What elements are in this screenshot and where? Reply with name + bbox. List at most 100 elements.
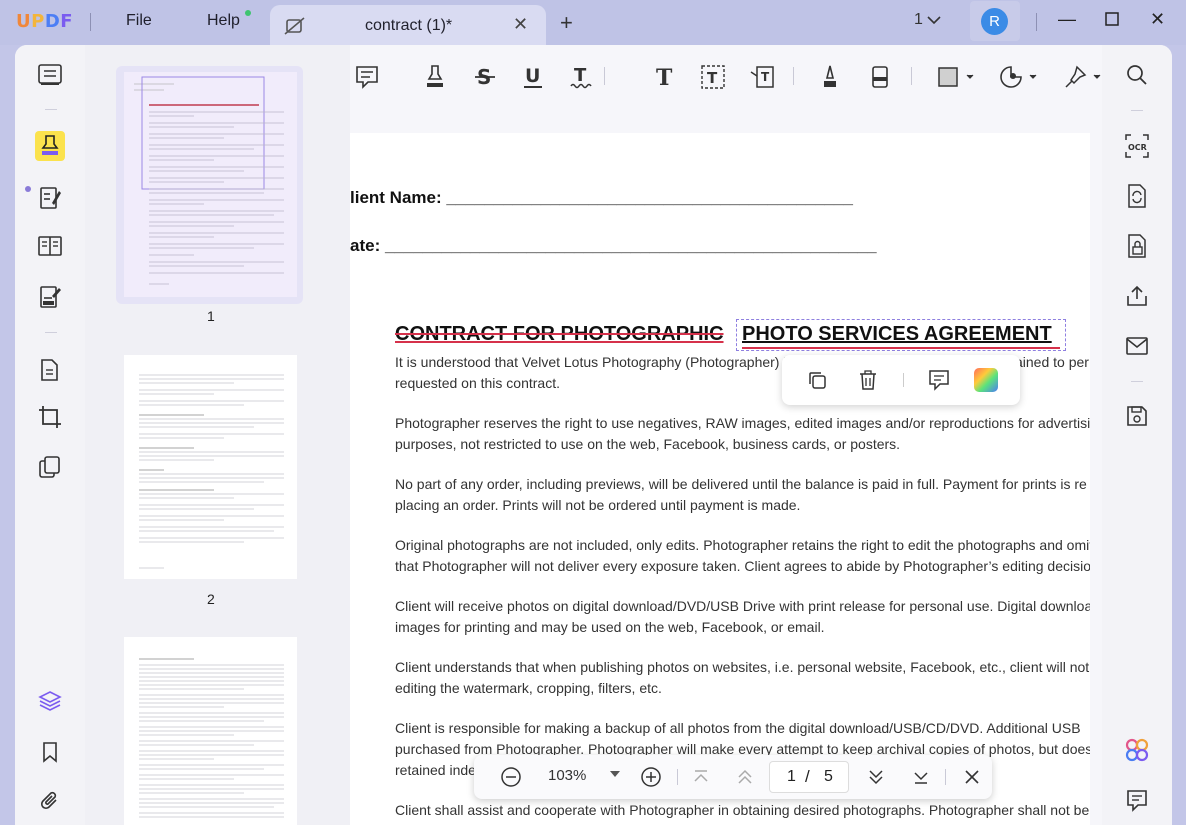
right-toolbar: OCR xyxy=(1102,45,1172,825)
comments-list-icon[interactable] xyxy=(1122,785,1152,815)
paragraph-line: Client will receive photos on digital do… xyxy=(395,596,1090,617)
current-page: 1 xyxy=(787,768,796,786)
ai-assistant-icon[interactable] xyxy=(1122,735,1152,765)
divider xyxy=(1131,110,1143,111)
search-icon[interactable] xyxy=(1122,60,1152,90)
paragraph-line: placing an order. Prints will not be ord… xyxy=(395,495,800,516)
pencil-icon[interactable] xyxy=(816,63,844,91)
eraser-icon[interactable] xyxy=(866,63,894,91)
zoom-level[interactable]: 103% xyxy=(548,767,586,784)
maximize-button[interactable] xyxy=(1105,9,1119,26)
page-tools-icon[interactable] xyxy=(35,452,65,482)
underline-icon[interactable]: U xyxy=(519,63,547,91)
paragraph-line: Client understands that when publishing … xyxy=(395,657,1090,678)
divider xyxy=(677,769,678,785)
page-number-input[interactable]: 1 / 5 xyxy=(769,761,849,793)
new-tab-button[interactable]: + xyxy=(560,10,573,36)
user-avatar-button[interactable]: R xyxy=(970,1,1020,41)
page-separator: / xyxy=(805,767,810,787)
svg-text:T: T xyxy=(761,70,770,84)
note-icon[interactable] xyxy=(353,63,381,91)
paragraph-line: images for printing and may be used on t… xyxy=(395,617,825,638)
comment-icon[interactable] xyxy=(927,368,951,392)
fill-sign-icon[interactable] xyxy=(35,282,65,312)
thumbnail-page-2[interactable] xyxy=(124,355,297,579)
divider xyxy=(604,67,605,85)
edit-pdf-icon[interactable] xyxy=(35,183,65,213)
divider xyxy=(1131,381,1143,382)
previous-page-icon[interactable] xyxy=(736,768,754,786)
text-icon[interactable]: T xyxy=(651,63,679,91)
strikethrough-icon[interactable]: S xyxy=(471,63,499,91)
paragraph-line: that Photographer will not deliver every… xyxy=(395,556,1090,577)
menu-file[interactable]: File xyxy=(126,12,152,30)
last-page-icon[interactable] xyxy=(912,768,930,786)
copy-icon[interactable] xyxy=(805,368,829,392)
paragraph-line: ained to per xyxy=(1015,352,1089,373)
paragraph-line: No part of any order, including previews… xyxy=(395,474,1087,495)
svg-text:T: T xyxy=(574,65,587,86)
convert-pdf-icon[interactable] xyxy=(1122,181,1152,211)
zoom-out-icon[interactable] xyxy=(500,766,522,788)
annotation-toolbar: S U T T T T xyxy=(350,45,1102,107)
svg-text:U: U xyxy=(525,65,540,87)
layers-icon[interactable] xyxy=(35,686,65,716)
divider xyxy=(1036,13,1037,31)
text-box-icon[interactable]: T xyxy=(699,63,727,91)
app-logo: UPDF xyxy=(16,11,73,32)
organize-pages-icon[interactable] xyxy=(35,231,65,261)
close-tab-icon[interactable]: ✕ xyxy=(513,14,528,35)
divider xyxy=(945,769,946,785)
main-window: 1 xyxy=(15,45,1172,825)
close-window-button[interactable]: ✕ xyxy=(1150,9,1165,30)
reader-icon[interactable] xyxy=(35,60,65,90)
squiggly-icon[interactable]: T xyxy=(567,63,595,91)
paragraph-line: editing the watermark, cropping, filters… xyxy=(395,678,662,699)
divider xyxy=(903,373,904,387)
sticker-tool[interactable] xyxy=(999,63,1039,91)
close-icon[interactable] xyxy=(963,768,981,786)
thumbnail-page-number: 2 xyxy=(207,591,215,607)
thumbnail-page-3[interactable] xyxy=(124,637,297,825)
attachment-icon[interactable] xyxy=(35,786,65,816)
share-icon[interactable] xyxy=(1122,281,1152,311)
zoom-in-icon[interactable] xyxy=(640,766,662,788)
first-page-icon[interactable] xyxy=(692,768,710,786)
avatar: R xyxy=(981,8,1008,35)
paragraph-line: requested on this contract. xyxy=(395,373,560,394)
email-icon[interactable] xyxy=(1122,331,1152,361)
crop-icon[interactable] xyxy=(35,402,65,432)
divider xyxy=(793,67,794,85)
zoom-dropdown-icon[interactable] xyxy=(609,769,621,779)
zoom-navigation-bar: 103% 1 / 5 xyxy=(474,755,992,799)
thumbnail-panel: 1 xyxy=(85,45,350,825)
notification-dot xyxy=(245,10,251,16)
svg-text:T: T xyxy=(656,65,673,89)
save-icon[interactable] xyxy=(1122,401,1152,431)
protect-pdf-icon[interactable] xyxy=(1122,231,1152,261)
minimize-button[interactable]: — xyxy=(1058,9,1076,30)
paragraph-line: retained inde xyxy=(395,760,476,781)
client-name-field: lient Name: ____________________________… xyxy=(350,188,853,208)
convert-icon[interactable] xyxy=(35,355,65,385)
document-tab[interactable]: contract (1)* ✕ xyxy=(270,5,546,45)
paragraph-line: Client shall assist and cooperate with P… xyxy=(395,800,1090,821)
comment-highlighter-icon[interactable] xyxy=(35,131,65,161)
page-selector[interactable]: 1 xyxy=(914,11,941,29)
bookmark-icon[interactable] xyxy=(35,737,65,767)
delete-icon[interactable] xyxy=(856,368,880,392)
annotation-popup xyxy=(782,355,1020,405)
ocr-icon[interactable]: OCR xyxy=(1122,131,1152,161)
total-pages: 5 xyxy=(824,768,833,786)
shape-tool[interactable] xyxy=(936,63,976,91)
divider xyxy=(90,13,91,31)
next-page-icon[interactable] xyxy=(867,768,885,786)
highlight-icon[interactable] xyxy=(421,63,449,91)
text-callout-icon[interactable]: T xyxy=(748,63,776,91)
stamp-pin-tool[interactable] xyxy=(1063,63,1103,91)
chevron-down-icon xyxy=(927,15,941,25)
menu-help[interactable]: Help xyxy=(207,12,240,30)
divider xyxy=(45,109,57,110)
color-picker-icon[interactable] xyxy=(974,368,998,392)
thumbnail-page-1[interactable] xyxy=(124,72,297,297)
